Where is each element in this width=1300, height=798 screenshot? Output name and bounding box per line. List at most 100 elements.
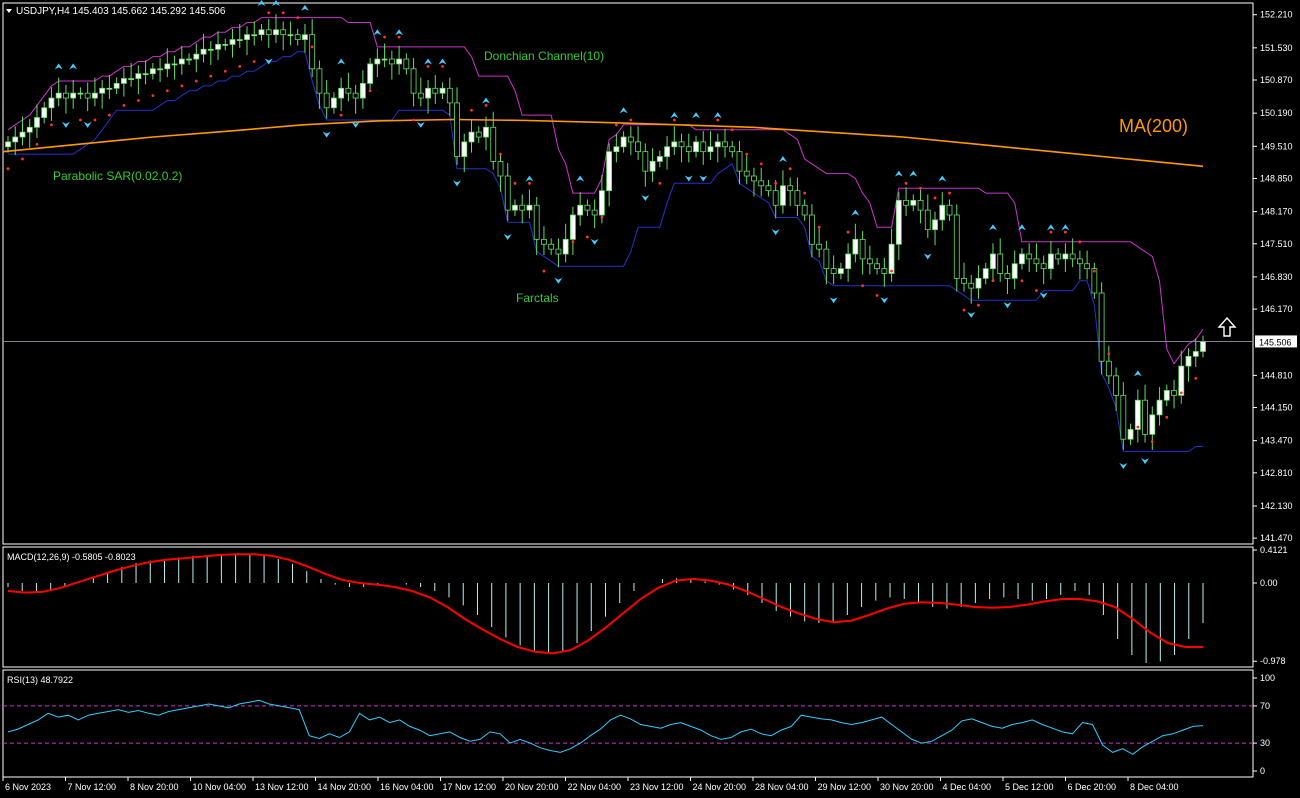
candle-body (171, 63, 178, 66)
candle-body (562, 238, 569, 255)
sar-dot (122, 103, 126, 107)
candle-body (533, 204, 540, 240)
sar-dot (585, 235, 589, 239)
candle-body (186, 58, 192, 61)
candle-body (707, 146, 714, 153)
fractal-down-marker (416, 121, 425, 128)
candle-body (5, 141, 11, 148)
sar-dot (528, 181, 531, 185)
candle-body (258, 29, 265, 36)
sar-dot (180, 84, 184, 88)
fractal-down-marker (684, 175, 693, 182)
candle-body (490, 126, 497, 162)
candle-body (953, 214, 960, 279)
sar-dot (629, 118, 633, 122)
candle-body (92, 92, 98, 99)
candle-body (736, 151, 743, 172)
candle-body (584, 204, 591, 211)
candle-body (345, 87, 352, 94)
fractal-up-marker (438, 58, 447, 65)
candle-body (149, 68, 156, 75)
time-tick-label: 8 Dec 04:00 (1130, 782, 1179, 792)
macd-tick-label: 0.4121 (1260, 545, 1288, 555)
candle-body (1062, 253, 1069, 260)
sar-dot (933, 196, 937, 200)
fractal-up-marker (713, 112, 722, 119)
fractal-down-marker (83, 121, 92, 128)
sar-dot (861, 284, 865, 288)
sar-dot (542, 269, 546, 273)
sar-dot (223, 69, 227, 73)
sar-dot (310, 45, 314, 49)
parabolic-sar-dots (6, 11, 1198, 468)
candle-body (352, 92, 359, 99)
time-tick-label: 10 Nov 04:00 (193, 782, 247, 792)
candle-body (26, 126, 33, 133)
candle-body (1163, 390, 1170, 401)
time-tick-label: 8 Nov 20:00 (130, 782, 179, 792)
time-tick-label: 14 Nov 20:00 (318, 782, 372, 792)
candle-body (244, 34, 250, 40)
sar-dot (716, 118, 720, 122)
candle-body (729, 146, 736, 153)
sar-dot (1179, 391, 1183, 395)
sar-dot (672, 118, 676, 122)
time-tick-label: 30 Nov 20:00 (880, 782, 934, 792)
sar-dot (904, 181, 908, 185)
candle-body (685, 146, 692, 153)
time-tick-label: 24 Nov 20:00 (693, 782, 747, 792)
price-tick-label: 151.530 (1260, 43, 1293, 53)
sar-dot (252, 60, 256, 63)
candle-body (714, 141, 721, 148)
candle-body (338, 87, 345, 99)
fractal-up-marker (424, 58, 433, 65)
price-tick-label: 150.870 (1260, 75, 1293, 85)
rsi-tick-label: 100 (1260, 673, 1275, 683)
candle-body (273, 29, 279, 36)
candle-body (359, 83, 366, 99)
sar-dot (875, 294, 879, 297)
candle-body (635, 141, 641, 153)
donchian-label: Donchian Channel(10) (484, 49, 604, 63)
up-arrow-icon (1217, 316, 1237, 337)
candle-body (475, 131, 482, 138)
sar-dot (79, 118, 82, 122)
candle-body (164, 63, 171, 70)
candle-body (758, 180, 765, 187)
price-tick-label: 148.850 (1260, 173, 1293, 183)
candle-body (874, 263, 880, 270)
header-dropdown[interactable] (6, 9, 12, 13)
candle-body (541, 238, 547, 245)
sar-dot (267, 11, 271, 15)
candle-body (1048, 253, 1054, 270)
candle-body (642, 151, 649, 172)
sar-dot (93, 118, 97, 122)
sar-dot (441, 64, 444, 68)
sar-dot (397, 35, 401, 39)
sar-dot (1035, 289, 1038, 292)
candle-body (207, 48, 214, 51)
candle-body (1178, 365, 1185, 396)
candle-body (497, 161, 504, 177)
candle-body (975, 277, 982, 289)
candle-body (809, 214, 815, 245)
candle-body (606, 151, 613, 192)
time-tick-label: 23 Nov 12:00 (630, 782, 684, 792)
candle-body (526, 204, 533, 211)
sar-dot (35, 142, 39, 146)
candle-body (881, 268, 888, 274)
sar-dot (1107, 352, 1111, 356)
candle-body (388, 58, 395, 65)
rsi-line (7, 699, 1204, 755)
triangle-down-icon[interactable] (6, 9, 12, 13)
sar-dot (1092, 269, 1096, 273)
chart-canvas: 152.210 151.530 150.870 150.190 149.510 148.8… (2, 0, 1297, 792)
fractal-up-marker (851, 209, 860, 216)
candle-body (990, 253, 996, 270)
candle-body (598, 190, 605, 216)
candle-body (120, 78, 127, 84)
time-tick-label: 20 Nov 20:00 (505, 782, 559, 792)
candle-body (968, 282, 975, 289)
candle-body (671, 141, 678, 148)
fractal-up-marker (1133, 370, 1142, 377)
